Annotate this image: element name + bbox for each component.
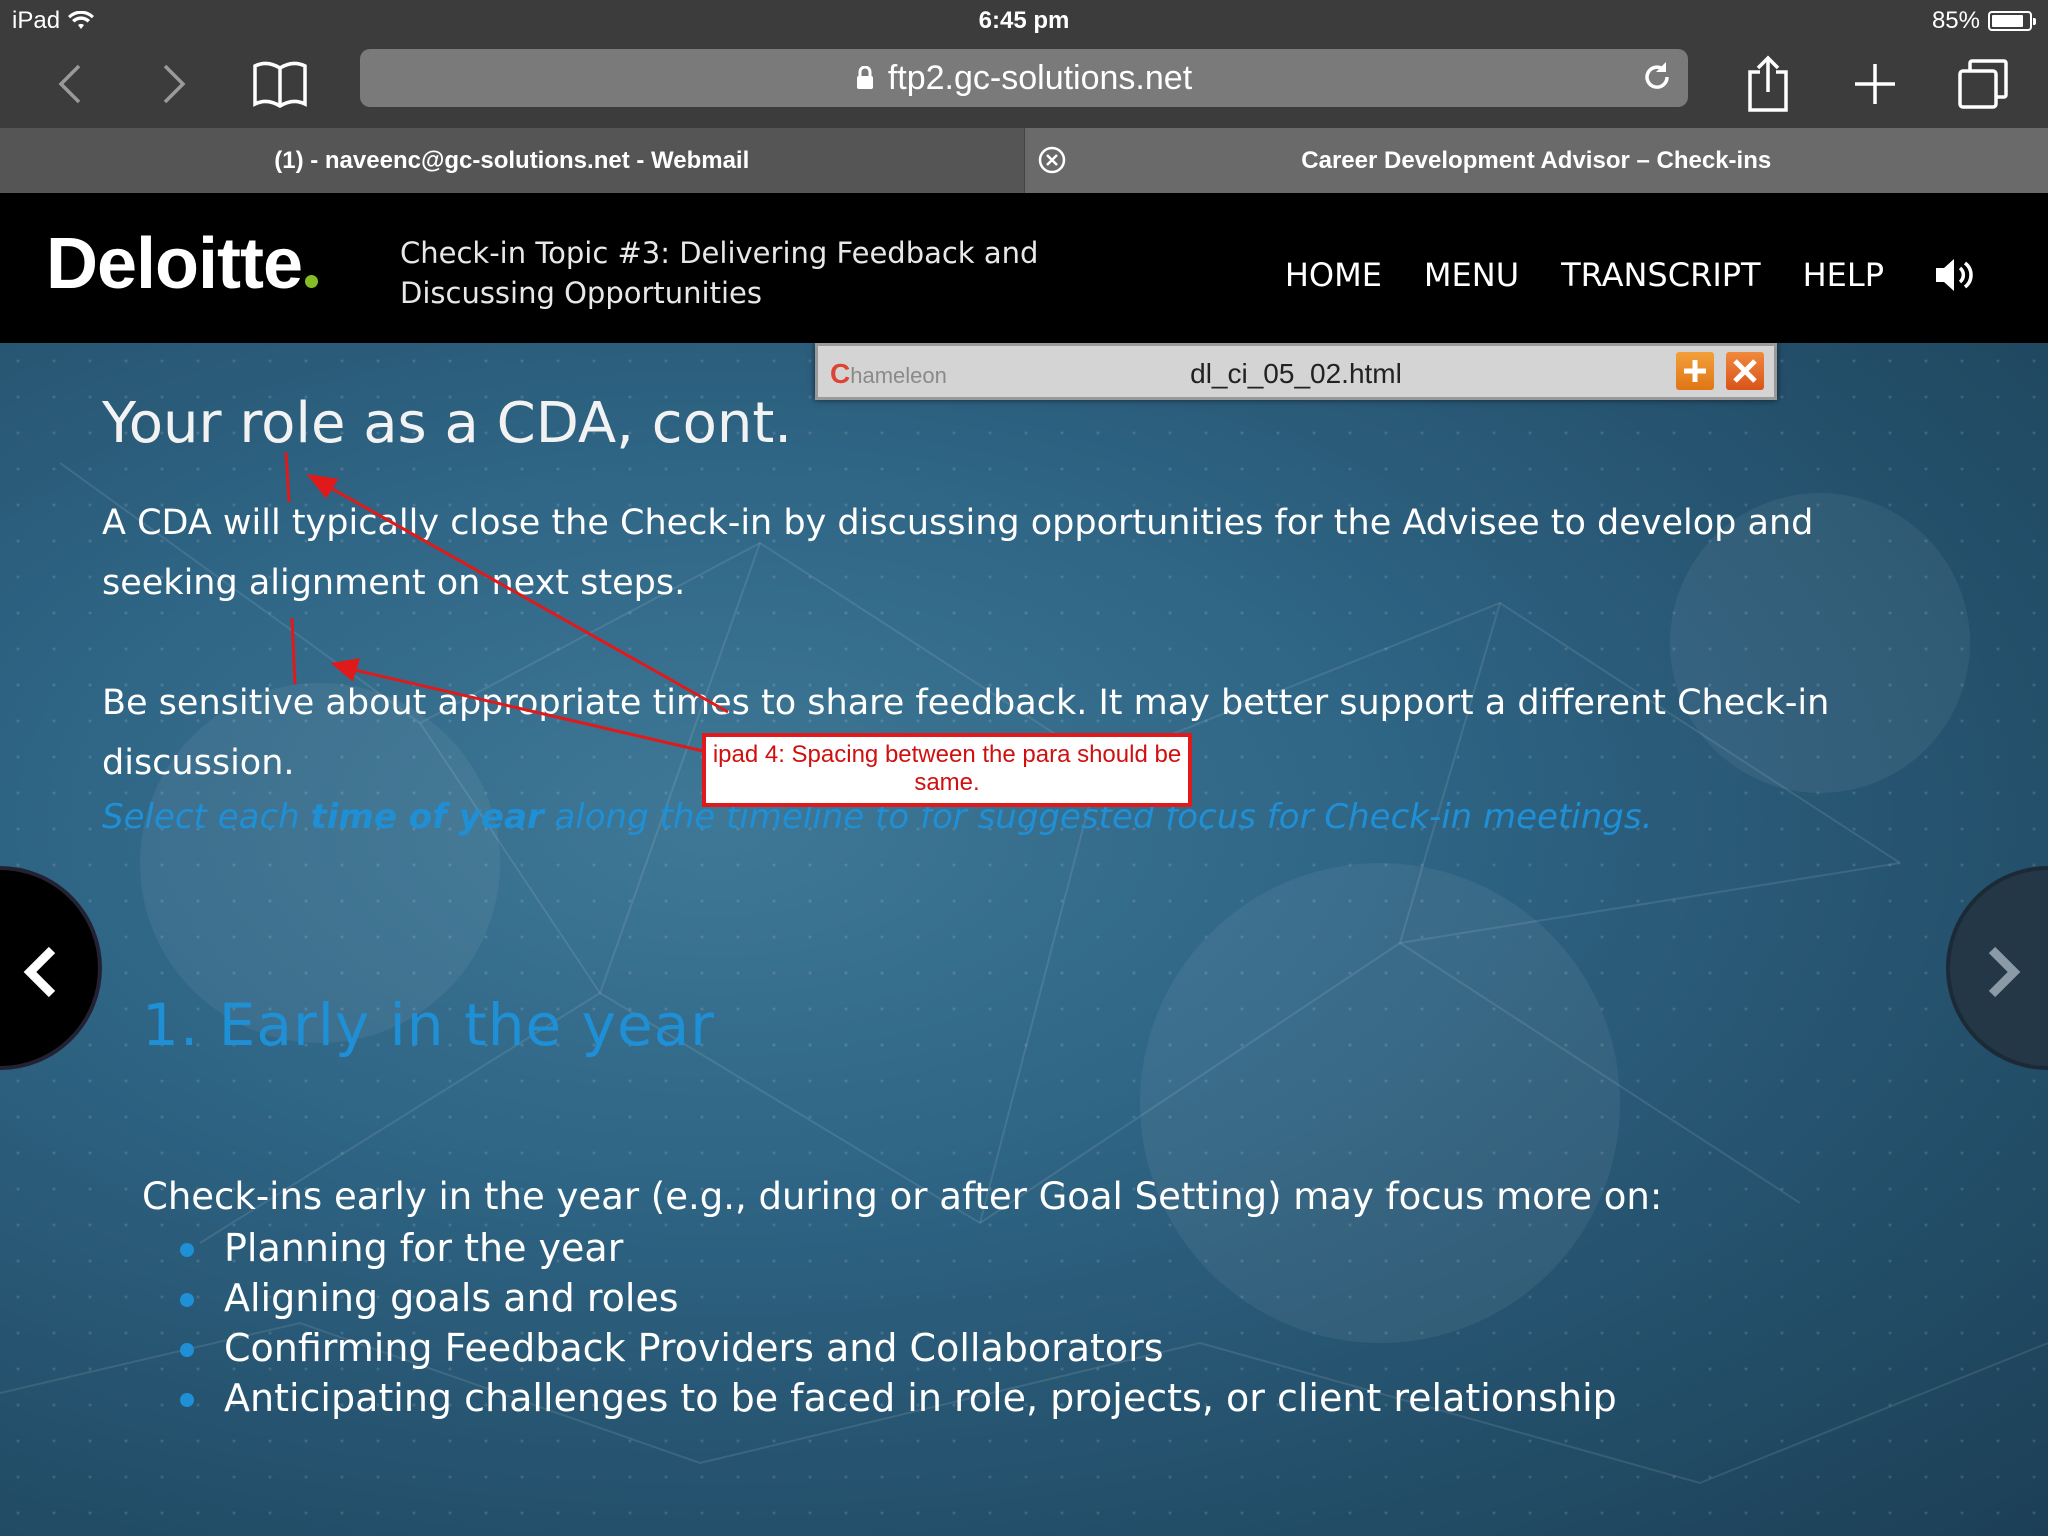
list-item: Anticipating challenges to be faced in r… xyxy=(172,1373,1617,1423)
speaker-icon[interactable] xyxy=(1932,253,1976,297)
paragraph-close-check-in: A CDA will typically close the Check-in … xyxy=(102,503,1814,603)
review-comment-note: ipad 4: Spacing between the para should … xyxy=(702,733,1192,807)
slide-content: Your role as a CDA, cont. A CDA will typ… xyxy=(0,343,2048,1536)
tab-title: (1) - naveenc@gc-solutions.net - Webmail xyxy=(274,146,750,174)
list-item-text: Aligning goals and roles xyxy=(224,1276,679,1320)
tab-career-development[interactable]: Career Development Advisor – Check-ins xyxy=(1024,128,2048,193)
share-icon xyxy=(1748,55,1788,112)
address-bar[interactable]: ftp2.gc-solutions.net xyxy=(360,49,1688,107)
nav-menu[interactable]: MENU xyxy=(1424,256,1519,294)
share-button[interactable] xyxy=(1732,48,1804,120)
chevron-right-icon xyxy=(163,64,186,104)
nav-help[interactable]: HELP xyxy=(1803,256,1884,294)
bullet-icon xyxy=(180,1393,194,1407)
nav-home[interactable]: HOME xyxy=(1285,256,1382,294)
deloitte-logo: Deloitte xyxy=(46,223,319,305)
tabs-button[interactable] xyxy=(1947,48,2019,120)
plus-icon xyxy=(1684,360,1706,382)
focus-list: Planning for the year Aligning goals and… xyxy=(172,1223,1617,1423)
close-icon xyxy=(1733,359,1757,383)
bookmarks-button[interactable] xyxy=(244,48,316,120)
topic-title: Check-in Topic #3: Delivering Feedback a… xyxy=(400,236,1039,310)
tab-webmail[interactable]: (1) - naveenc@gc-solutions.net - Webmail xyxy=(0,128,1025,193)
back-button[interactable] xyxy=(34,48,106,120)
forward-button[interactable] xyxy=(138,48,210,120)
nav-transcript[interactable]: TRANSCRIPT xyxy=(1561,256,1760,294)
section-intro: Check-ins early in the year (e.g., durin… xyxy=(142,1175,1663,1218)
url-text: ftp2.gc-solutions.net xyxy=(887,58,1193,97)
logo-text: Deloitte xyxy=(46,224,303,304)
list-item-text: Anticipating challenges to be faced in r… xyxy=(224,1376,1617,1420)
tab-title: Career Development Advisor – Check-ins xyxy=(1301,146,1772,174)
list-item: Aligning goals and roles xyxy=(172,1273,1617,1323)
chameleon-filename: dl_ci_05_02.html xyxy=(1190,358,1402,389)
list-item-text: Planning for the year xyxy=(224,1226,624,1270)
chevron-left-icon xyxy=(58,64,81,104)
battery-percent: 85% xyxy=(1931,7,1980,34)
bullet-icon xyxy=(180,1293,194,1307)
new-tab-button[interactable] xyxy=(1839,48,1911,120)
browser-toolbar: ftp2.gc-solutions.net xyxy=(0,40,2048,128)
instruction-emphasis: time of year xyxy=(310,797,544,837)
logo-dot xyxy=(305,275,319,288)
instruction-start: Select each xyxy=(102,797,311,837)
course-nav: HOME MENU TRANSCRIPT HELP xyxy=(1285,253,1976,297)
course-header: Deloitte Check-in Topic #3: Delivering F… xyxy=(0,193,2048,343)
book-icon xyxy=(253,61,307,108)
reload-icon[interactable] xyxy=(1640,60,1674,94)
battery-icon xyxy=(1988,11,2036,31)
clock: 6:45 pm xyxy=(978,7,1070,34)
chameleon-review-bar: Chameleon dl_ci_05_02.html xyxy=(815,343,1777,400)
list-item: Planning for the year xyxy=(172,1223,1617,1273)
plus-icon xyxy=(1855,64,1895,104)
slide-title: Your role as a CDA, cont. xyxy=(102,391,793,456)
status-right: 85% xyxy=(1931,7,2036,35)
list-item-text: Confirming Feedback Providers and Collab… xyxy=(224,1326,1164,1370)
chevron-right-icon xyxy=(1988,946,2021,998)
chevron-left-icon xyxy=(23,946,56,998)
battery-fill xyxy=(1992,15,2023,27)
tabs-icon xyxy=(1958,59,2008,109)
timeline-section-heading: 1. Early in the year xyxy=(142,991,716,1059)
close-tab-icon[interactable] xyxy=(1037,145,1067,175)
list-item: Confirming Feedback Providers and Collab… xyxy=(172,1323,1617,1373)
status-bar: iPad 6:45 pm 85% xyxy=(0,0,2048,40)
close-review-button[interactable] xyxy=(1726,352,1764,390)
add-comment-button[interactable] xyxy=(1676,352,1714,390)
lock-icon xyxy=(856,66,873,89)
bullet-icon xyxy=(180,1243,194,1257)
tab-bar: (1) - naveenc@gc-solutions.net - Webmail… xyxy=(0,128,2048,193)
bullet-icon xyxy=(180,1343,194,1357)
